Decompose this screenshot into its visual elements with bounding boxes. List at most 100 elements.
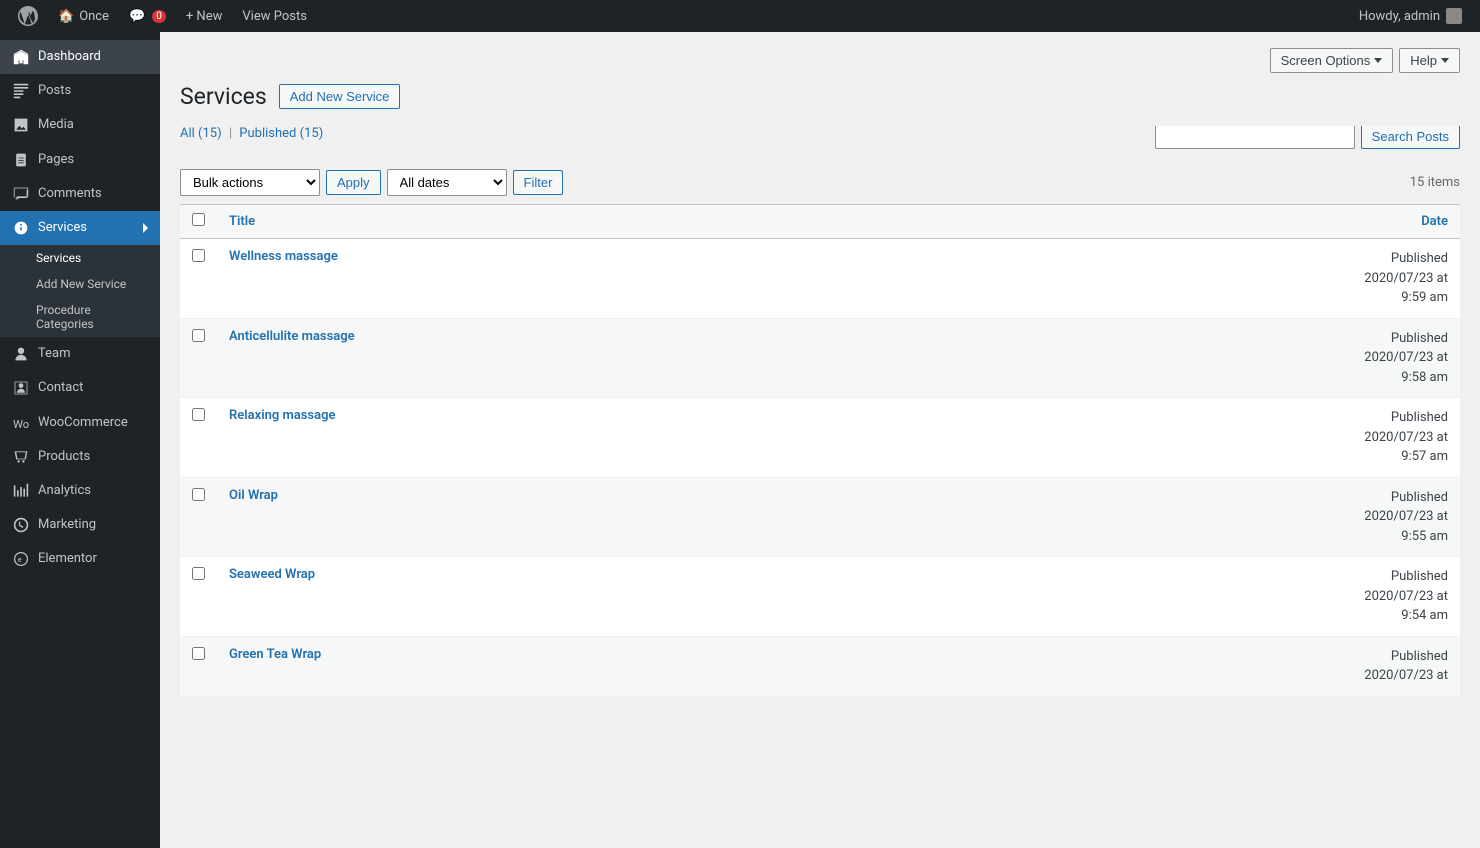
post-title-link[interactable]: Relaxing massage (229, 408, 335, 423)
post-title-link[interactable]: Wellness massage (229, 249, 338, 264)
post-title-link[interactable]: Oil Wrap (229, 488, 278, 503)
help-chevron-icon (1441, 58, 1449, 63)
filter-published-link[interactable]: Published (15) (239, 126, 323, 141)
sidebar-item-posts[interactable]: Posts (0, 74, 160, 108)
sidebar-item-services[interactable]: Services (0, 211, 160, 245)
sidebar-item-marketing[interactable]: Marketing (0, 508, 160, 542)
filter-all-count: 15 (203, 126, 218, 141)
sidebar: Dashboard Posts Media Pages Comments (0, 32, 160, 848)
products-icon (12, 448, 30, 466)
filter-published-count: 15 (304, 126, 319, 141)
post-status: Published (1391, 649, 1448, 664)
sidebar-item-woocommerce[interactable]: Woo WooCommerce (0, 406, 160, 440)
dashboard-label: Dashboard (38, 48, 101, 66)
search-input[interactable] (1155, 126, 1355, 149)
team-label: Team (38, 345, 71, 363)
submenu-add-new-service[interactable]: Add New Service (0, 271, 160, 297)
main-content: Screen Options Help Services Add New Ser… (160, 32, 1480, 848)
services-arrow-icon (143, 223, 148, 233)
sidebar-item-comments[interactable]: Comments (0, 177, 160, 211)
sidebar-item-pages[interactable]: Pages (0, 143, 160, 177)
user-menu[interactable]: Howdy, admin (1349, 8, 1472, 24)
select-all-checkbox[interactable] (192, 213, 205, 226)
search-bar: Search Posts (1155, 126, 1460, 149)
team-icon (12, 345, 30, 363)
screen-options-button[interactable]: Screen Options (1270, 48, 1394, 73)
home-icon: 🏠 (58, 9, 74, 24)
search-posts-button[interactable]: Search Posts (1361, 126, 1460, 149)
apply-button[interactable]: Apply (326, 170, 381, 195)
media-label: Media (38, 116, 74, 134)
analytics-label: Analytics (38, 482, 91, 500)
row-checkbox[interactable] (192, 329, 205, 342)
view-posts-button[interactable]: View Posts (232, 0, 317, 32)
title-column-header[interactable]: Title (217, 205, 940, 239)
row-checkbox[interactable] (192, 408, 205, 421)
admin-bar: 🏠 Once 💬 0 + New View Posts Howdy, admin (0, 0, 1480, 32)
howdy-label: Howdy, admin (1359, 9, 1440, 24)
submenu-procedure-categories[interactable]: Procedure Categories (0, 297, 160, 337)
wp-logo-button[interactable] (8, 0, 48, 32)
comments-nav-icon (12, 185, 30, 203)
select-all-col (180, 205, 217, 239)
comments-button[interactable]: 💬 0 (119, 0, 176, 32)
post-title-link[interactable]: Seaweed Wrap (229, 567, 315, 582)
site-name-button[interactable]: 🏠 Once (48, 0, 119, 32)
marketing-label: Marketing (38, 516, 96, 534)
date-cell: Published2020/07/23 at9:59 am (940, 239, 1460, 319)
post-title-link[interactable]: Green Tea Wrap (229, 647, 321, 662)
sidebar-item-products[interactable]: Products (0, 440, 160, 474)
filter-published-label: Published (239, 126, 296, 141)
marketing-icon (12, 516, 30, 534)
filter-sep-1: | (229, 126, 235, 141)
view-posts-label: View Posts (242, 9, 307, 24)
svg-text:Woo: Woo (13, 417, 29, 430)
new-label: + New (186, 9, 223, 24)
post-status: Published (1391, 251, 1448, 266)
row-checkbox[interactable] (192, 647, 205, 660)
services-submenu: Services Add New Service Procedure Categ… (0, 245, 160, 337)
page-title: Services (180, 83, 267, 110)
row-checkbox[interactable] (192, 567, 205, 580)
date-filter-select[interactable]: All dates (387, 169, 507, 196)
table-row: Green Tea WrapEdit | Quick Edit | Trash … (180, 636, 1460, 696)
sidebar-item-media[interactable]: Media (0, 108, 160, 142)
pages-icon (12, 151, 30, 169)
post-title-link[interactable]: Anticellulite massage (229, 329, 355, 344)
help-button[interactable]: Help (1399, 48, 1460, 73)
sidebar-item-contact[interactable]: Contact (0, 371, 160, 405)
date-cell: Published2020/07/23 at9:58 am (940, 318, 1460, 398)
submenu-services[interactable]: Services (0, 245, 160, 271)
site-name-label: Once (79, 9, 109, 24)
post-status: Published (1391, 331, 1448, 346)
filter-button[interactable]: Filter (513, 170, 564, 195)
screen-options-label: Screen Options (1281, 53, 1371, 68)
svg-text:e: e (18, 556, 22, 565)
products-label: Products (38, 448, 90, 466)
filter-search-bar: All (15) | Published (15) Search Posts (180, 126, 1460, 151)
bulk-bar-left: Bulk actions Delete Edit Apply All dates… (180, 169, 563, 196)
bulk-actions-select[interactable]: Bulk actions Delete Edit (180, 169, 320, 196)
post-status: Published (1391, 490, 1448, 505)
sidebar-item-dashboard[interactable]: Dashboard (0, 40, 160, 74)
posts-label: Posts (38, 82, 71, 100)
table-header-row: Title Date (180, 205, 1460, 239)
sidebar-item-elementor[interactable]: e Elementor (0, 542, 160, 576)
date-column-header[interactable]: Date (940, 205, 1460, 239)
date-cell: Published2020/07/23 at9:57 am (940, 398, 1460, 478)
comments-label: Comments (38, 185, 102, 203)
submenu-services-label: Services (36, 251, 81, 265)
sidebar-item-team[interactable]: Team (0, 337, 160, 371)
row-checkbox[interactable] (192, 249, 205, 262)
new-content-button[interactable]: + New (176, 0, 233, 32)
date-cell: Published2020/07/23 at9:55 am (940, 477, 1460, 557)
page-wrapper: Dashboard Posts Media Pages Comments (0, 32, 1480, 848)
contact-icon (12, 379, 30, 397)
row-checkbox[interactable] (192, 488, 205, 501)
sidebar-item-analytics[interactable]: Analytics (0, 474, 160, 508)
add-new-service-button[interactable]: Add New Service (279, 84, 401, 109)
posts-table: Title Date Wellness massageEdit | Quick … (180, 204, 1460, 697)
filter-all-label: All (180, 126, 195, 141)
analytics-icon (12, 482, 30, 500)
filter-all-link[interactable]: All (15) (180, 126, 225, 141)
